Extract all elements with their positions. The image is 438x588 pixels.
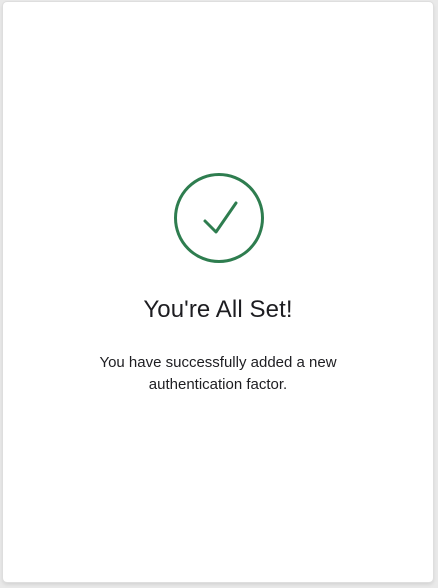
success-title: You're All Set! [143,296,293,323]
checkmark-circle-icon [174,173,264,263]
success-message: You have successfully added a new authen… [99,354,337,393]
success-card: You're All Set! You have successfully ad… [3,2,433,582]
